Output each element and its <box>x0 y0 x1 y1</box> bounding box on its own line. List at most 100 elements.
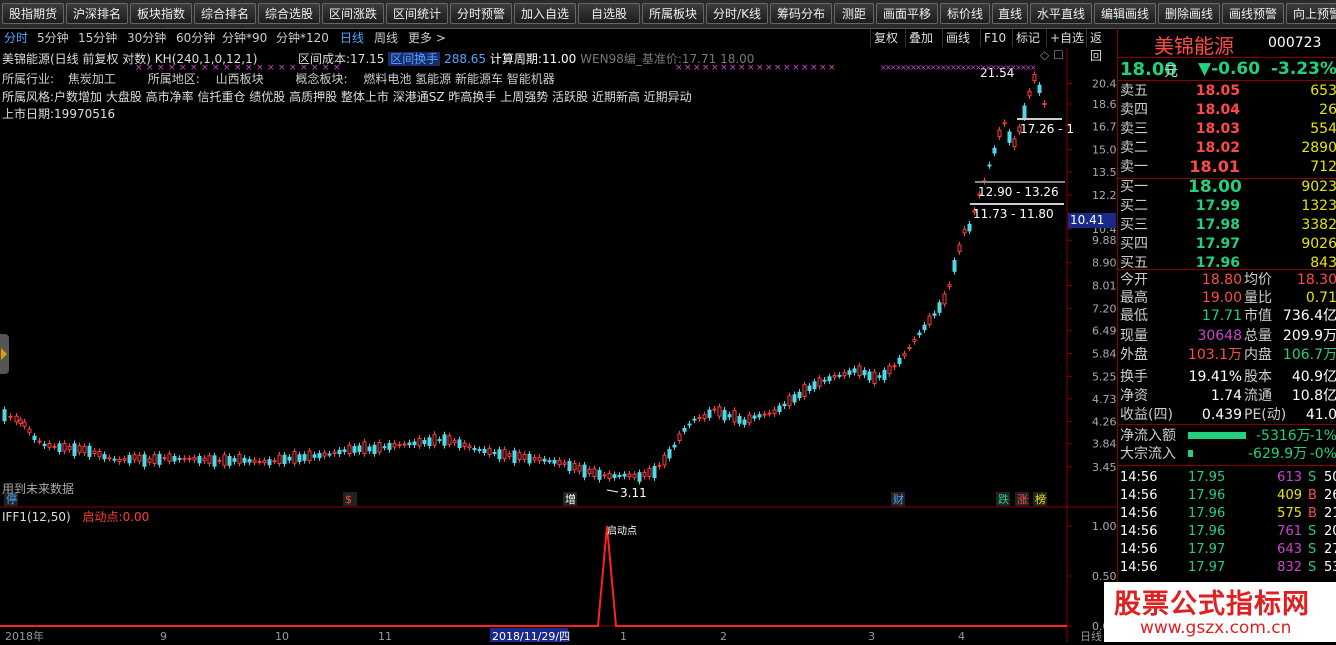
concept-value: 燃料电池 氢能源 新能源车 智能机器 <box>363 72 555 86</box>
period-tab-2[interactable]: 15分钟 <box>78 28 117 48</box>
candle-body <box>487 447 492 455</box>
toolbar-button-21[interactable]: 向上预警 <box>1286 3 1336 24</box>
toolbar-button-7[interactable]: 分时预警 <box>450 3 512 24</box>
bid-row[interactable]: 买四 17.97 9026 <box>1118 235 1336 253</box>
candle-body <box>522 453 527 460</box>
chart-action-button-5[interactable]: +自选 <box>1046 29 1087 47</box>
stat-row: 今开 18.80 均价 18.30 <box>1118 271 1336 289</box>
ask-row[interactable]: 卖五 18.05 653 <box>1118 82 1336 100</box>
ask-volume: 554 <box>1310 121 1336 137</box>
price-change-pct: -3.23% <box>1270 59 1336 79</box>
candle-body <box>302 454 307 461</box>
diamond-icon[interactable]: ◇ ☐ <box>1040 48 1064 62</box>
toolbar-button-13[interactable]: 测距 <box>834 3 874 24</box>
candle-body <box>862 369 867 376</box>
period-tab-5[interactable]: 分钟*90 <box>222 28 267 48</box>
expand-left-handle[interactable] <box>0 334 9 374</box>
signal-marker: × <box>1030 63 1037 72</box>
candle-body <box>142 454 147 467</box>
tick-volume: 761 <box>1277 524 1302 539</box>
candle-body <box>477 449 482 452</box>
candle-body <box>242 457 247 463</box>
toolbar-button-0[interactable]: 股指期货 <box>2 3 64 24</box>
indicator-peak-label: 启动点 <box>607 524 637 537</box>
chart-action-button-6[interactable]: 返回 <box>1086 29 1116 63</box>
candle-body <box>912 338 917 342</box>
toolbar-button-15[interactable]: 标价线 <box>940 3 990 24</box>
toolbar-button-6[interactable]: 区间统计 <box>386 3 448 24</box>
stat-value: 19.41% <box>1188 369 1242 385</box>
bid-price: 17.97 <box>1195 236 1240 252</box>
kline-chart-svg[interactable]: 20.46 18.60 16.74 15.07 13.56 12.20 10.41 9.88 8… <box>0 48 1124 643</box>
ask-row[interactable]: 卖四 18.04 26 <box>1118 101 1336 119</box>
toolbar-button-20[interactable]: 画线预警 <box>1222 3 1284 24</box>
chart-title: 美锦能源(日线 前复权 对数) KH(240,1,0,12,1) <box>2 52 258 66</box>
stat-label: 净资 <box>1120 388 1148 404</box>
candle-body <box>197 455 202 464</box>
candle-body <box>37 440 42 443</box>
chart-action-button-2[interactable]: 画线 <box>942 29 973 47</box>
tick-row: 14:56 17.97 832 S 53 <box>1118 559 1336 577</box>
candle-body <box>562 462 567 465</box>
price-axis-label: 8.01 <box>1092 279 1116 292</box>
ask-row[interactable]: 卖一 18.01 712 <box>1118 158 1336 176</box>
toolbar-button-3[interactable]: 综合排名 <box>194 3 256 24</box>
ask-row[interactable]: 卖三 18.03 554 <box>1118 120 1336 138</box>
toolbar-button-1[interactable]: 沪深排名 <box>66 3 128 24</box>
period-tab-8[interactable]: 周线 <box>374 28 398 48</box>
period-tab-1[interactable]: 5分钟 <box>37 28 69 48</box>
period-tab-9[interactable]: 更多 > <box>408 28 446 48</box>
toolbar-button-16[interactable]: 直线 <box>992 3 1028 24</box>
toolbar-button-10[interactable]: 所属板块 <box>642 3 704 24</box>
tick-time: 14:56 <box>1120 470 1158 485</box>
candle-body <box>807 385 812 391</box>
toolbar-button-9[interactable]: 自选股 <box>578 3 640 24</box>
period-tab-0[interactable]: 分时 <box>4 28 28 48</box>
period-tab-6[interactable]: 分钟*120 <box>276 28 329 48</box>
stat-value: 18.30 <box>1296 272 1336 288</box>
toolbar-button-14[interactable]: 画面平移 <box>876 3 938 24</box>
chart-action-button-4[interactable]: 标记 <box>1012 29 1043 47</box>
chart-action-button-1[interactable]: 叠加 <box>905 29 936 47</box>
bid-row[interactable]: 买三 17.98 3382 <box>1118 216 1336 234</box>
candle-body <box>627 473 632 478</box>
ask-row[interactable]: 卖二 18.02 2890 <box>1118 139 1336 157</box>
period-tab-4[interactable]: 60分钟 <box>176 28 215 48</box>
period-tab-7[interactable]: 日线 <box>340 28 364 48</box>
period-tab-3[interactable]: 30分钟 <box>127 28 166 48</box>
stat-label: 股本 <box>1244 369 1272 385</box>
tick-tail: 53 <box>1324 560 1336 575</box>
candle-body <box>372 444 377 455</box>
toolbar-button-4[interactable]: 综合选股 <box>258 3 320 24</box>
candle-body <box>692 418 697 421</box>
date-axis-label: 1 <box>620 630 627 642</box>
candle-body <box>897 357 902 365</box>
chart-action-button-3[interactable]: F10 <box>980 29 1009 47</box>
candle-body <box>157 453 162 465</box>
toolbar-button-5[interactable]: 区间涨跌 <box>322 3 384 24</box>
candle-body <box>472 448 477 451</box>
candle-body <box>267 459 272 466</box>
block-pct: -0% <box>1309 446 1336 462</box>
toolbar-button-18[interactable]: 编辑画线 <box>1094 3 1156 24</box>
kline-chart-area[interactable]: 20.46 18.60 16.74 15.07 13.56 12.20 10.41 9.88 8… <box>0 48 1124 643</box>
toolbar-button-8[interactable]: 加入自选 <box>514 3 576 24</box>
chart-action-button-0[interactable]: 复权 <box>870 29 901 47</box>
candle-body <box>1022 105 1027 119</box>
toolbar-button-11[interactable]: 分时/K线 <box>706 3 768 24</box>
event-marker: 增 <box>565 492 576 506</box>
tick-tail: 20 <box>1324 524 1336 539</box>
watermark-url: www.gszx.com.cn <box>1140 618 1292 638</box>
date-axis-label: 2 <box>720 630 727 642</box>
chip-range-bar <box>970 203 1064 205</box>
toolbar-button-2[interactable]: 板块指数 <box>130 3 192 24</box>
bid-row[interactable]: 买二 17.99 1323 <box>1118 197 1336 215</box>
stat-label: 量比 <box>1244 290 1272 306</box>
ask-label: 卖五 <box>1120 83 1148 99</box>
tick-volume: 643 <box>1277 542 1302 557</box>
candle-body <box>427 437 432 447</box>
toolbar-button-19[interactable]: 删除画线 <box>1158 3 1220 24</box>
toolbar-button-12[interactable]: 筹码分布 <box>770 3 832 24</box>
bid-row[interactable]: 买一 18.00 9023 <box>1118 178 1336 196</box>
toolbar-button-17[interactable]: 水平直线 <box>1030 3 1092 24</box>
